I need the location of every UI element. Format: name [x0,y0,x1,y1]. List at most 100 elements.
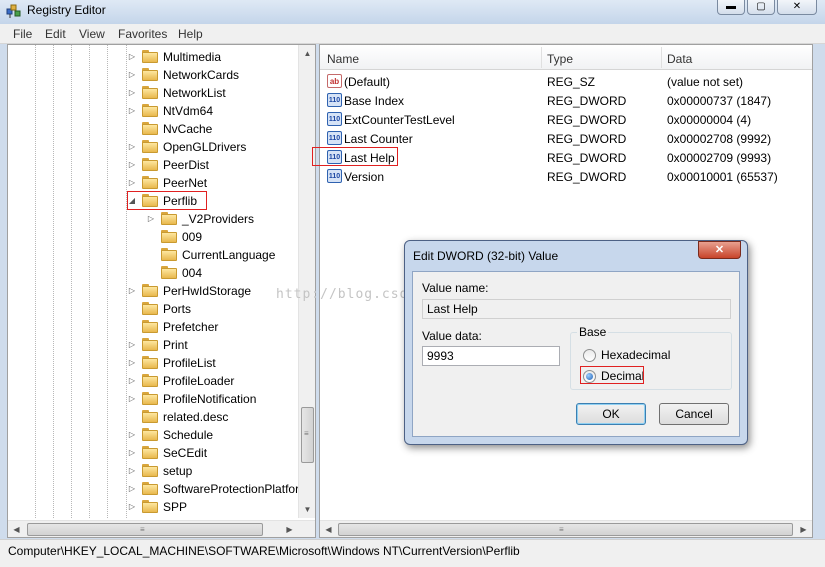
expand-arrow-icon[interactable]: ▷ [127,88,137,97]
tree-item[interactable]: ▷ _V2Providers [8,210,299,228]
expand-arrow-icon[interactable]: ▷ [127,160,137,169]
folder-icon [142,68,158,81]
key-tree-pane[interactable]: ▷ Multimedia ▷ NetworkCards ▷ NetworkList ▷ NtV… [7,44,316,538]
tree-item[interactable]: ▷ SoftwareProtectionPlatform [8,480,299,498]
expand-arrow-icon[interactable]: ▷ [127,484,137,493]
hexadecimal-radio[interactable] [583,349,596,362]
tree-item[interactable]: ▷ PeerNet [8,174,299,192]
tree-item[interactable]: ▷ NtVdm64 [8,102,299,120]
expand-arrow-icon[interactable]: ▷ [127,70,137,79]
menu-help[interactable]: Help [178,27,203,41]
menu-view[interactable]: View [79,27,105,41]
tree-item[interactable]: ▷ ProfileNotification [8,390,299,408]
hexadecimal-label[interactable]: Hexadecimal [601,348,670,362]
scroll-up-arrow-icon[interactable]: ▲ [299,45,316,62]
tree-item-label: Ports [163,302,192,316]
tree-item[interactable]: ▷ SPP [8,498,299,516]
list-horizontal-scrollbar[interactable]: ◀ ≡ ▶ [320,520,812,537]
scroll-down-arrow-icon[interactable]: ▼ [299,501,316,518]
tree-item-label: SoftwareProtectionPlatform [163,482,299,496]
expand-arrow-icon[interactable]: ▷ [127,286,137,295]
column-separator[interactable] [541,47,542,68]
list-hscroll-thumb[interactable]: ≡ [338,523,793,536]
expand-arrow-icon[interactable]: ▷ [127,502,137,511]
tree-item-label: OpenGLDrivers [163,140,247,154]
folder-icon [161,248,177,261]
tree-item[interactable]: ▷ ProfileLoader [8,372,299,390]
expand-arrow-icon[interactable]: ▷ [127,340,137,349]
expand-arrow-icon[interactable]: ▷ [127,52,137,61]
close-button[interactable]: ✕ [777,0,817,15]
value-name: (Default) [344,75,391,89]
expand-arrow-icon[interactable]: ▷ [127,430,137,439]
expand-arrow-icon[interactable]: ▷ [127,376,137,385]
value-row[interactable]: ab (Default) REG_SZ (value not set) [320,72,812,91]
value-type: REG_DWORD [547,151,627,165]
tree-item[interactable]: ▷ NetworkCards [8,66,299,84]
tree-item[interactable]: ▷ SeCEdit [8,444,299,462]
tree-item[interactable]: ▷ NetworkList [8,84,299,102]
maximize-button[interactable]: ▢ [747,0,775,15]
value-row[interactable]: 110 ExtCounterTestLevel REG_DWORD 0x0000000… [320,110,812,129]
tree-item[interactable]: related.desc [8,408,299,426]
minimize-button[interactable]: ▬ [717,0,745,15]
tree-item[interactable]: ▷ Multimedia [8,48,299,66]
value-row[interactable]: 110 Last Counter REG_DWORD 0x00002708 (9992… [320,129,812,148]
tree-hscroll-thumb[interactable]: ≡ [27,523,263,536]
tree-item[interactable]: ▷ PeerDist [8,156,299,174]
column-data-header[interactable]: Data [667,52,692,66]
tree-item-label: Schedule [163,428,214,442]
tree-scroll-thumb[interactable]: ≡ [301,407,314,463]
decimal-highlight-box [580,366,644,384]
tree-item-label: ProfileLoader [163,374,235,388]
scroll-left-arrow-icon[interactable]: ◀ [8,521,25,538]
expand-arrow-icon[interactable]: ▷ [127,178,137,187]
scroll-right-arrow-icon[interactable]: ▶ [795,521,812,537]
tree-item[interactable]: ▷ PerHwIdStorage [8,282,299,300]
expand-arrow-icon[interactable]: ▷ [127,466,137,475]
scroll-right-arrow-icon[interactable]: ▶ [281,521,298,538]
expand-arrow-icon[interactable]: ▷ [127,394,137,403]
folder-icon [142,392,158,405]
value-name: Last Counter [344,132,413,146]
folder-icon [161,212,177,225]
tree-item[interactable]: 004 [8,264,299,282]
tree-item[interactable]: CurrentLanguage [8,246,299,264]
column-type-header[interactable]: Type [547,52,573,66]
menu-file[interactable]: File [13,27,32,41]
expand-arrow-icon[interactable]: ▷ [146,214,156,223]
tree-item[interactable]: Ports [8,300,299,318]
tree-item[interactable]: 009 [8,228,299,246]
column-separator[interactable] [661,47,662,68]
tree-item[interactable]: ▷ OpenGLDrivers [8,138,299,156]
cancel-button[interactable]: Cancel [659,403,729,425]
tree-item[interactable]: ▷ Print [8,336,299,354]
tree-item[interactable]: ▷ Schedule [8,426,299,444]
value-row[interactable]: 110 Base Index REG_DWORD 0x00000737 (1847) [320,91,812,110]
tree-item[interactable]: ▷ ProfileList [8,354,299,372]
dialog-title: Edit DWORD (32-bit) Value [413,249,559,263]
value-type: REG_DWORD [547,132,627,146]
tree-item[interactable]: Prefetcher [8,318,299,336]
value-name-field: Last Help [422,299,731,319]
menu-favorites[interactable]: Favorites [118,27,167,41]
value-data-input[interactable]: 9993 [422,346,560,366]
menu-edit[interactable]: Edit [45,27,66,41]
tree-item-label: PeerDist [163,158,210,172]
tree-vertical-scrollbar[interactable]: ▲ ≡ ▼ [298,45,315,518]
tree-horizontal-scrollbar[interactable]: ◀ ≡ ▶ [8,520,315,537]
expand-arrow-icon[interactable]: ▷ [127,448,137,457]
ok-button[interactable]: OK [576,403,646,425]
tree-item[interactable]: ▷ setup [8,462,299,480]
tree-item-label: Prefetcher [163,320,219,334]
scroll-left-arrow-icon[interactable]: ◀ [320,521,337,537]
expand-arrow-icon[interactable]: ▷ [127,142,137,151]
column-header-row: Name Type Data [320,45,812,70]
dialog-close-button[interactable]: ✕ [698,241,741,259]
folder-icon [142,140,158,153]
column-name-header[interactable]: Name [327,52,359,66]
tree-item[interactable]: NvCache [8,120,299,138]
expand-arrow-icon[interactable]: ▷ [127,106,137,115]
value-row[interactable]: 110 Version REG_DWORD 0x00010001 (65537) [320,167,812,186]
expand-arrow-icon[interactable]: ▷ [127,358,137,367]
